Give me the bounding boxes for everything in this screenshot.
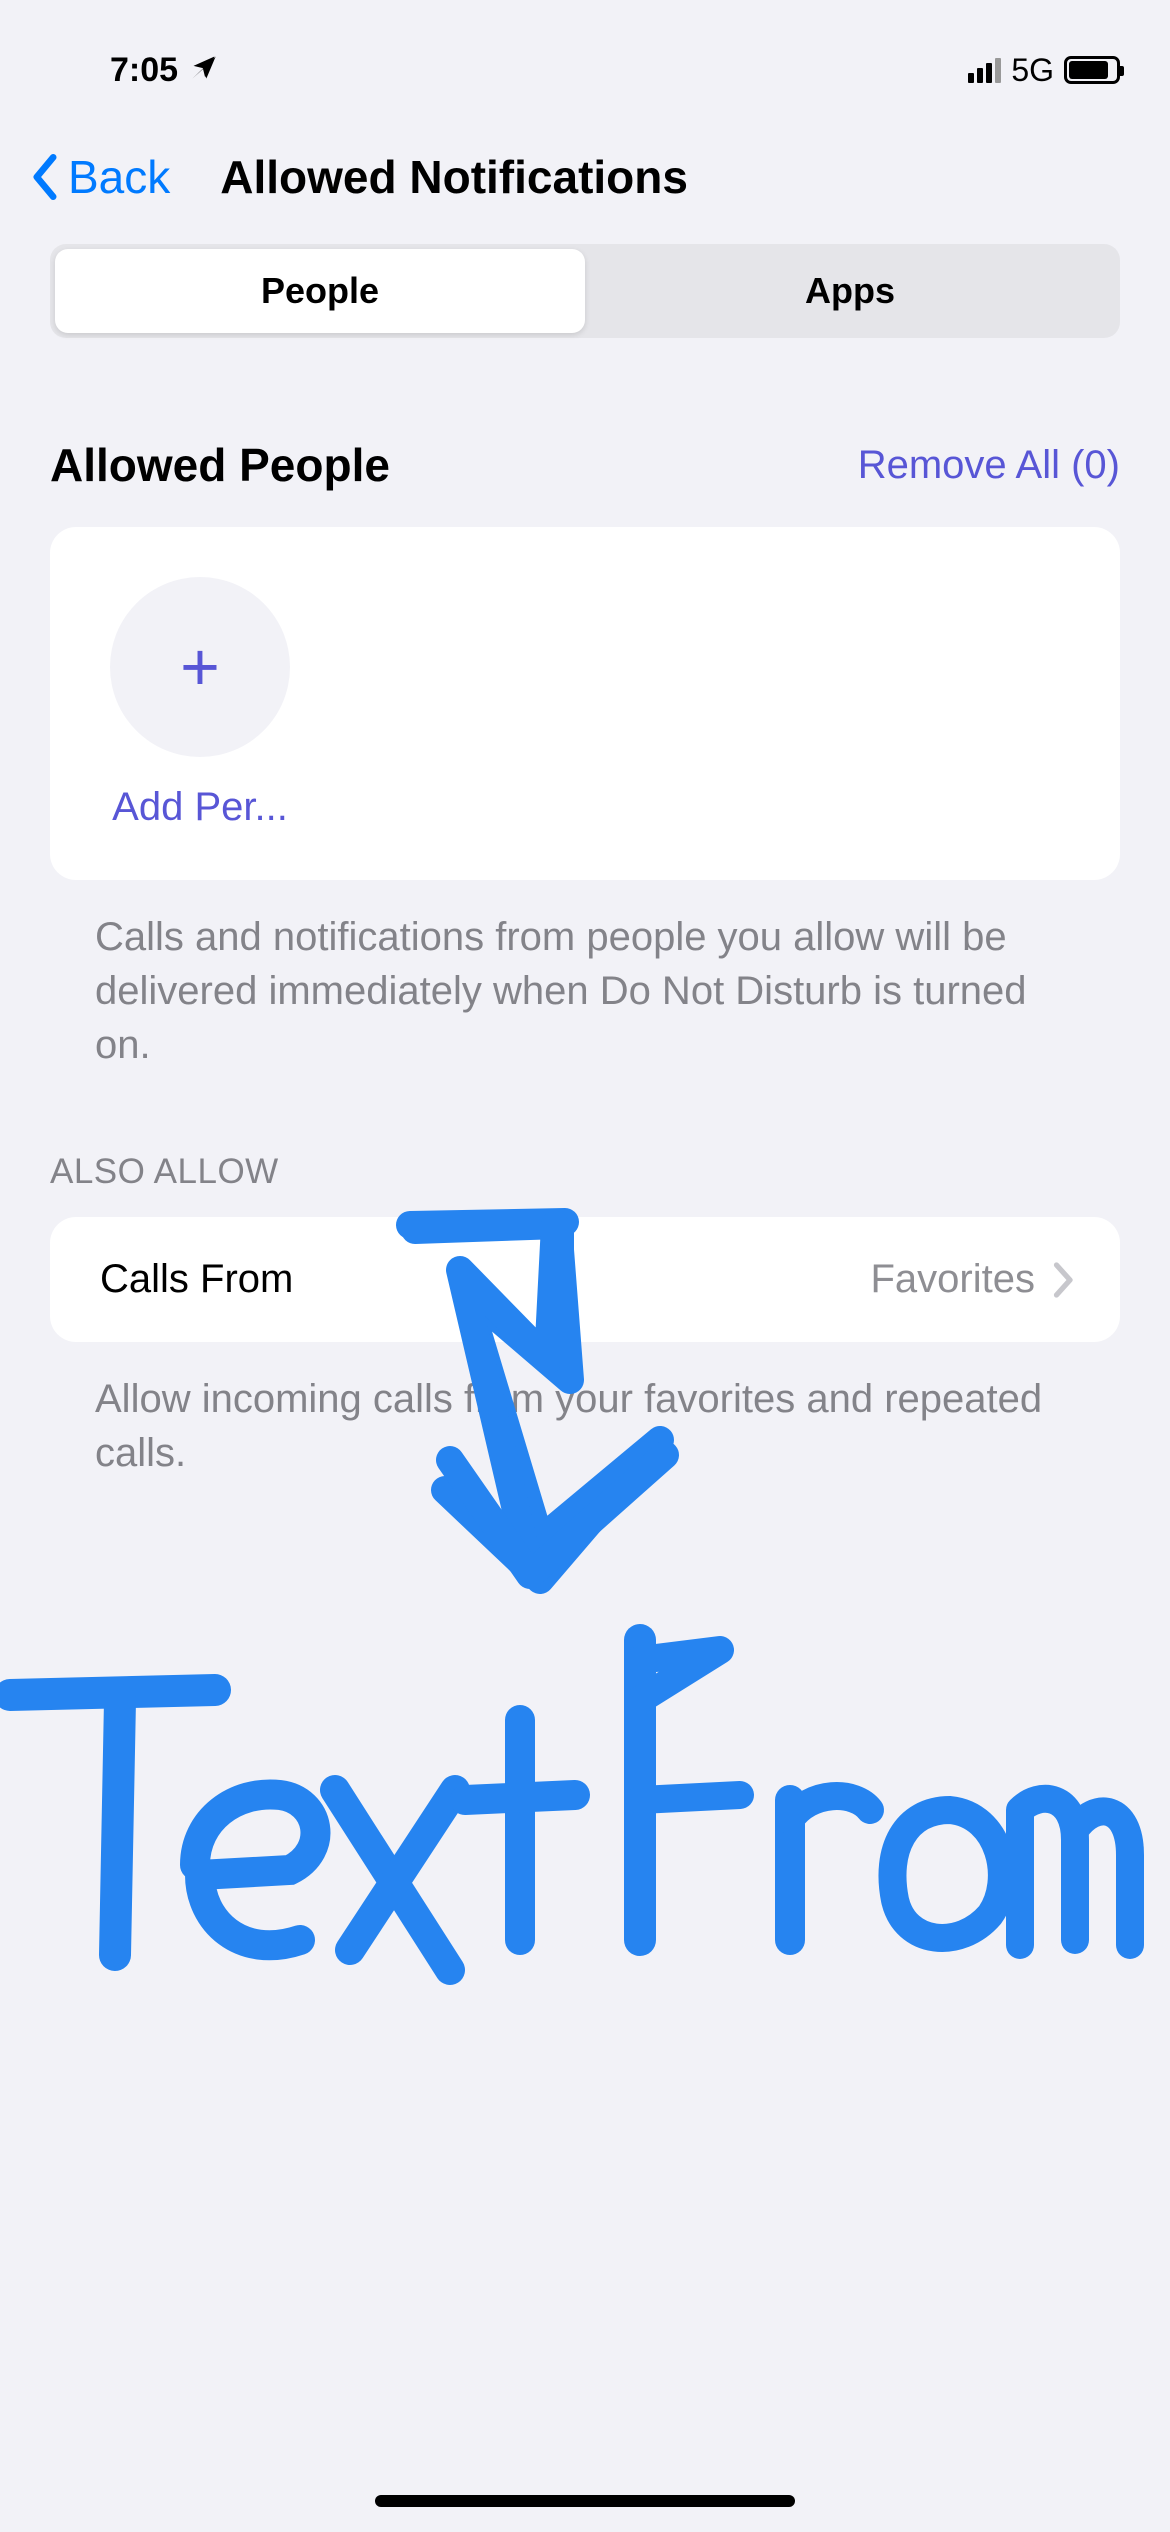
add-circle: + <box>110 577 290 757</box>
back-label: Back <box>68 150 170 204</box>
segmented-control: People Apps <box>50 244 1120 338</box>
home-indicator[interactable] <box>375 2495 795 2507</box>
calls-from-row[interactable]: Calls From Favorites <box>50 1217 1120 1342</box>
allowed-people-header: Allowed People Remove All (0) <box>0 338 1170 527</box>
page-title: Allowed Notifications <box>220 150 688 204</box>
allowed-people-title: Allowed People <box>50 438 390 492</box>
remove-all-button[interactable]: Remove All (0) <box>858 443 1120 488</box>
status-bar: 7:05 5G <box>0 0 1170 110</box>
chevron-left-icon <box>30 154 60 200</box>
calls-from-value: Favorites <box>871 1257 1036 1302</box>
location-icon <box>190 51 218 90</box>
tab-people[interactable]: People <box>55 249 585 333</box>
also-allow-footer: Allow incoming calls from your favorites… <box>0 1342 1170 1480</box>
back-button[interactable]: Back <box>30 150 170 204</box>
status-time-area: 7:05 <box>110 51 218 90</box>
calls-from-right: Favorites <box>871 1257 1076 1302</box>
add-person-label: Add Per... <box>110 785 290 830</box>
also-allow-label: ALSO ALLOW <box>0 1072 1170 1217</box>
signal-icon <box>968 58 1001 83</box>
calls-from-label: Calls From <box>100 1257 293 1302</box>
status-time: 7:05 <box>110 51 178 90</box>
allowed-people-card: + Add Per... <box>50 527 1120 880</box>
plus-icon: + <box>180 628 220 706</box>
allowed-people-footer: Calls and notifications from people you … <box>0 880 1170 1072</box>
network-label: 5G <box>1011 52 1054 89</box>
battery-icon <box>1064 56 1120 84</box>
add-person-button[interactable]: + Add Per... <box>110 577 1050 830</box>
nav-header: Back Allowed Notifications <box>0 110 1170 244</box>
status-indicators: 5G <box>968 52 1120 89</box>
tab-apps[interactable]: Apps <box>585 249 1115 333</box>
chevron-right-icon <box>1053 1262 1075 1298</box>
